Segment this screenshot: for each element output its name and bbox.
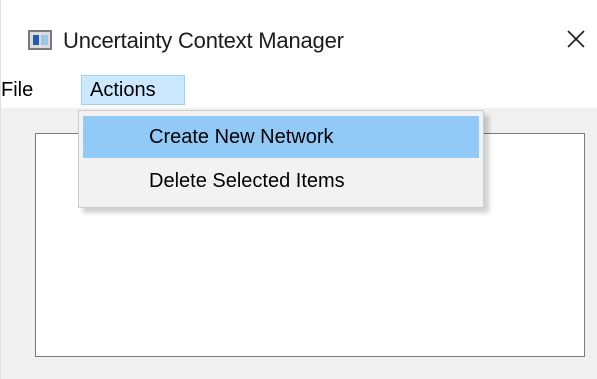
app-window: Uncertainty Context Manager File Actions… [0,0,597,379]
window-title: Uncertainty Context Manager [63,28,344,53]
menu-actions[interactable]: Actions [81,75,185,105]
menu-item-create-new-network[interactable]: Create New Network [83,116,479,158]
title-bar: Uncertainty Context Manager [1,0,597,72]
app-window-icon [28,30,52,50]
menu-bar: File Actions [1,72,597,108]
menu-item-delete-selected-items[interactable]: Delete Selected Items [83,160,479,202]
actions-dropdown-menu: Create New Network Delete Selected Items [78,110,484,208]
close-button[interactable] [561,24,593,56]
menu-file[interactable]: File [0,75,39,105]
close-icon [567,30,585,48]
